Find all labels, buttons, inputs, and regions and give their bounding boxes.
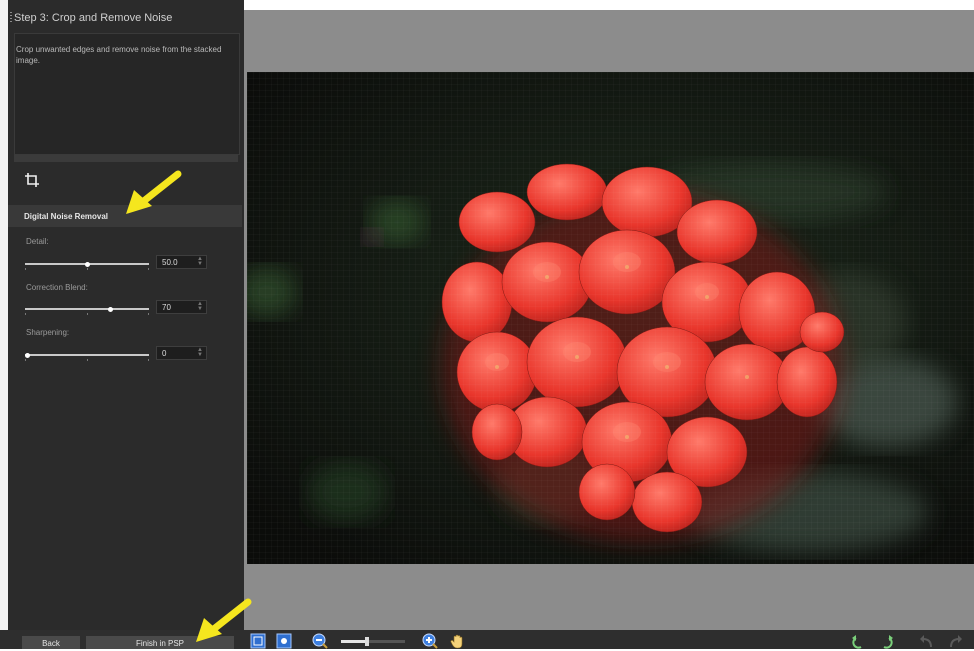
correction-blend-tick [148,313,149,315]
detail-value: 50.0 [162,258,178,267]
sharpening-label: Sharpening: [26,328,70,337]
sharpening-slider[interactable] [25,352,149,358]
spin-arrows-icon[interactable]: ▲ ▼ [197,347,203,358]
annotation-arrow-icon [126,170,182,214]
rotate-right-icon[interactable] [880,634,896,649]
top-margin [244,0,974,10]
detail-label: Detail: [26,237,49,246]
detail-tick [148,268,149,270]
sharpening-spinbox[interactable]: 0 ▲ ▼ [156,346,207,360]
description-scrollbar[interactable] [14,155,238,162]
zoom-slider-thumb[interactable] [364,637,369,646]
detail-tick [25,268,26,270]
detail-slider[interactable] [25,261,149,267]
photo-merge-window: Step 3: Crop and Remove Noise Crop unwan… [0,0,974,649]
detail-tick [87,268,88,270]
crop-icon[interactable] [24,172,40,188]
spin-arrows-icon[interactable]: ▲ ▼ [197,301,203,312]
detail-slider-thumb[interactable] [84,261,90,267]
noise-grid-overlay [247,72,974,564]
spin-arrows-icon[interactable]: ▲ ▼ [197,256,203,267]
zoom-slider-fill [341,640,367,643]
correction-blend-tick [87,313,88,315]
correction-blend-slider-thumb[interactable] [108,306,114,312]
undo-icon[interactable] [918,634,934,649]
annotation-arrow-icon [196,598,252,642]
correction-blend-tick [25,313,26,315]
correction-blend-spinbox[interactable]: 70 ▲ ▼ [156,300,207,314]
actual-size-icon[interactable] [276,633,292,649]
correction-blend-label: Correction Blend: [26,283,88,292]
correction-blend-value: 70 [162,303,171,312]
panel-grip[interactable] [10,12,12,24]
sharpening-tick [148,359,149,361]
sharpening-value: 0 [162,349,167,358]
correction-blend-slider[interactable] [25,306,149,312]
pan-hand-icon[interactable] [450,633,466,649]
sharpening-slider-thumb[interactable] [25,352,30,358]
zoom-in-icon[interactable] [422,633,438,649]
window-left-edge [0,0,8,649]
description-text: Crop unwanted edges and remove noise fro… [16,45,222,65]
redo-icon[interactable] [948,634,964,649]
zoom-slider[interactable] [341,637,405,646]
detail-spinbox[interactable]: 50.0 ▲ ▼ [156,255,207,269]
back-button[interactable]: Back [22,636,80,649]
sharpening-tick [25,359,26,361]
rotate-left-icon[interactable] [849,634,865,649]
step-title: Step 3: Crop and Remove Noise [14,12,173,24]
photo-preview[interactable] [247,72,974,564]
sharpening-tick [87,359,88,361]
section-title: Digital Noise Removal [24,212,109,221]
zoom-out-icon[interactable] [312,633,328,649]
